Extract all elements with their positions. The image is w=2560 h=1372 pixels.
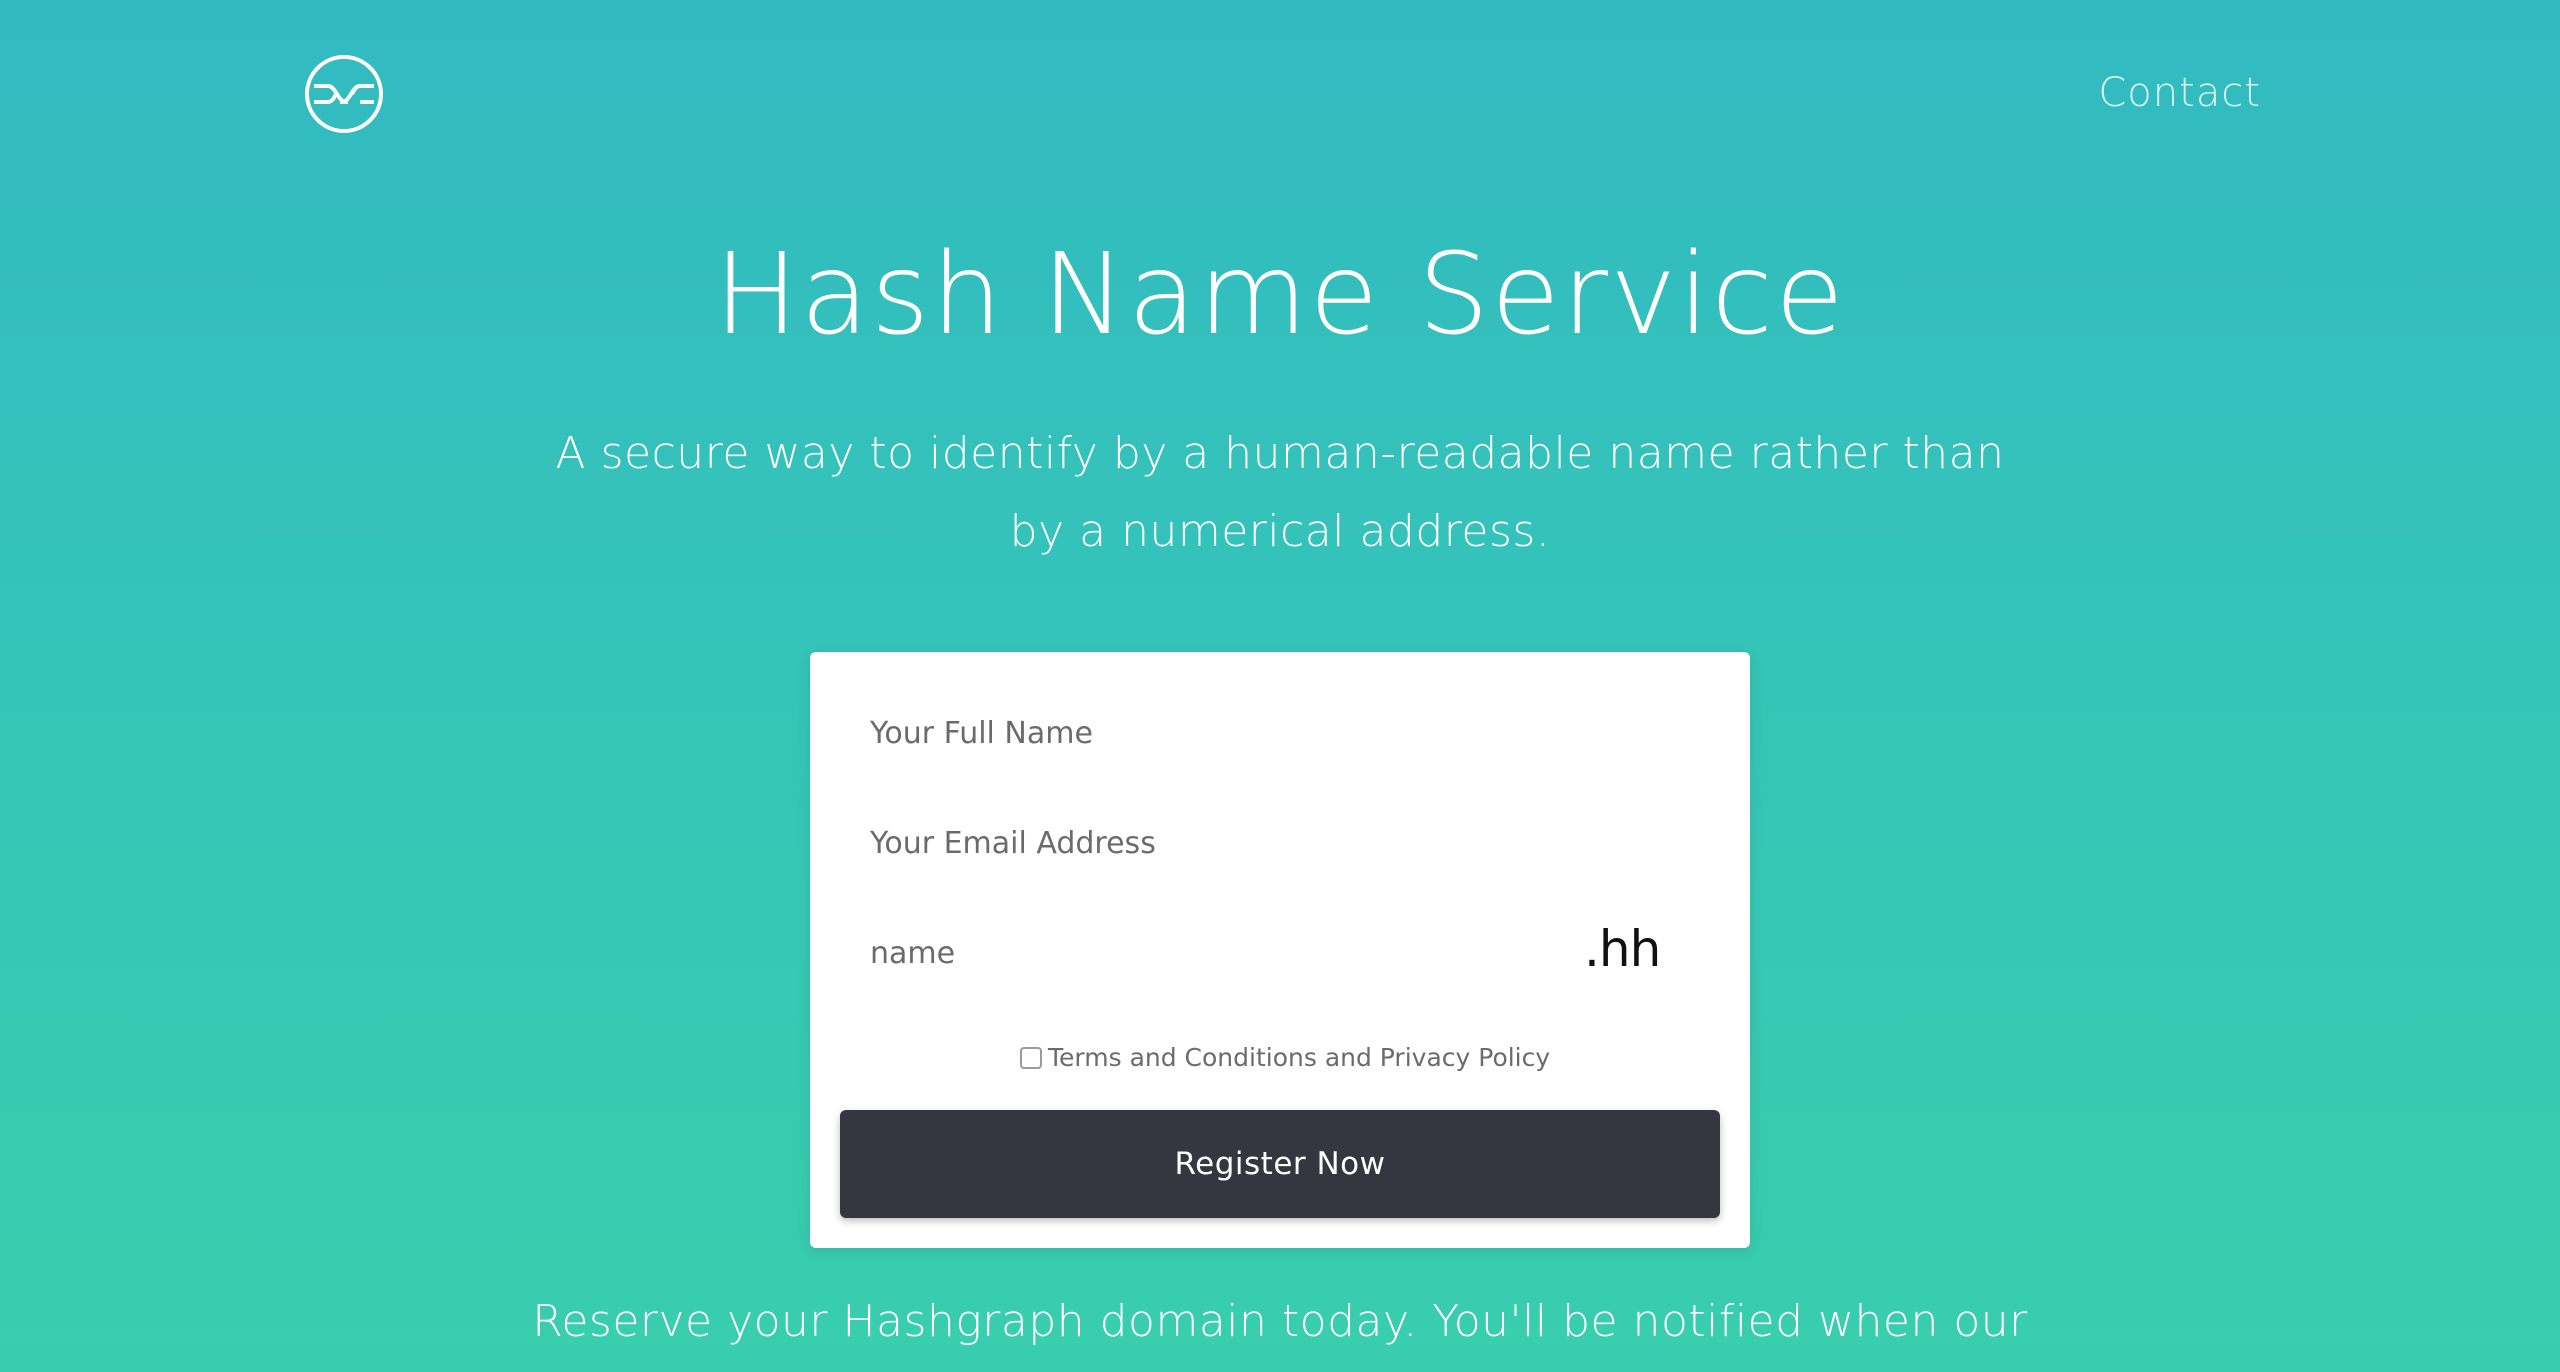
footer-text: Reserve your Hashgraph domain today. You… bbox=[532, 1296, 2028, 1347]
register-now-button[interactable]: Register Now bbox=[840, 1110, 1720, 1218]
terms-row: Terms and Conditions and Privacy Policy bbox=[1020, 1043, 1550, 1072]
page-subtitle: A secure way to identify by a human-read… bbox=[555, 428, 2005, 557]
domain-name-input[interactable] bbox=[870, 918, 1550, 988]
logo-icon[interactable] bbox=[304, 54, 384, 134]
full-name-input[interactable] bbox=[870, 698, 1690, 768]
terms-label[interactable]: Terms and Conditions and Privacy Policy bbox=[1048, 1043, 1550, 1072]
email-input[interactable] bbox=[870, 808, 1690, 878]
terms-checkbox[interactable] bbox=[1020, 1046, 1042, 1069]
page-title: Hash Name Service bbox=[714, 230, 1846, 360]
domain-suffix: .hh bbox=[1584, 920, 1661, 978]
nav-contact-link[interactable]: Contact bbox=[2098, 70, 2261, 116]
